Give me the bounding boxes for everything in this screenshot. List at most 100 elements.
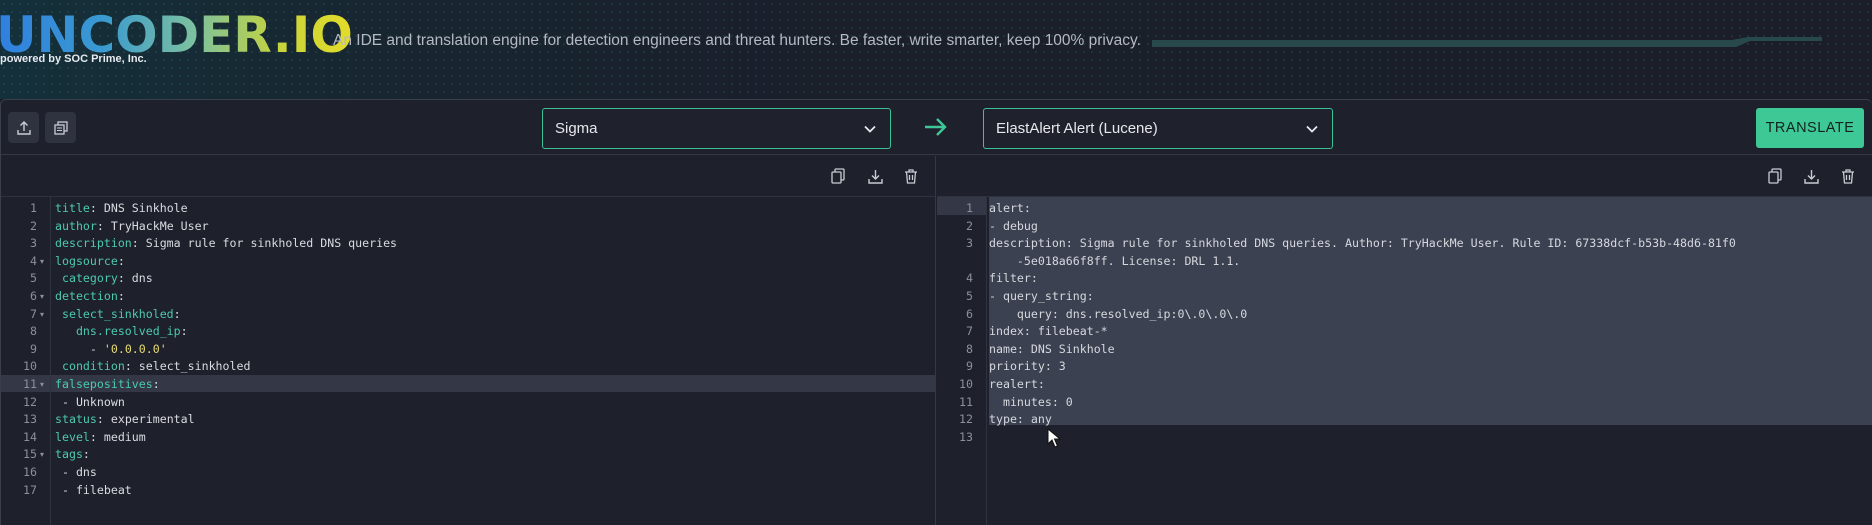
output-code-line: type: any — [989, 412, 1052, 427]
yaml-key: level — [55, 429, 90, 444]
chevron-down-icon — [864, 125, 876, 133]
yaml-key: select_sinkholed — [55, 306, 174, 321]
yaml-key: dns.resolved_ip — [55, 324, 181, 339]
output-code-line: query: dns.resolved_ip:0\.0\.0\.0 — [989, 306, 1248, 321]
line-number: 16 — [23, 465, 37, 479]
output-editor[interactable]: 1 2 3 4 5 6 7 8 9 10 11 12 13 alert: - debug descripti… — [937, 156, 1872, 525]
yaml-key: condition — [55, 359, 125, 374]
output-code-line: - query_string: — [989, 289, 1094, 303]
output-code[interactable]: alert: - debug description: Sigma rule for… — [989, 197, 1872, 525]
line-number: 13 — [959, 429, 973, 444]
copy-stack-button[interactable] — [45, 112, 76, 143]
target-language-value: ElastAlert Alert (Lucene) — [996, 120, 1158, 137]
code-line: tags: — [55, 446, 90, 464]
yaml-colon: : — [152, 377, 160, 391]
line-number: 5 — [30, 271, 37, 286]
line-number: 10 — [23, 359, 37, 374]
line-number: 2 — [30, 218, 37, 233]
line-number: 1 — [966, 201, 973, 215]
source-download-button[interactable] — [865, 166, 885, 186]
yaml-colon: : — [117, 271, 125, 286]
line-number: 12 — [23, 394, 37, 409]
target-language-select[interactable]: ElastAlert Alert (Lucene) — [983, 108, 1333, 149]
yaml-key: falsepositives — [55, 377, 153, 391]
yaml-colon: : — [131, 236, 139, 251]
source-copy-button[interactable] — [828, 166, 848, 186]
tagline: An IDE and translation engine for detect… — [333, 32, 1141, 49]
source-editor-toolbar — [1, 156, 935, 197]
output-download-button[interactable] — [1801, 166, 1821, 186]
fold-toggle-icon[interactable]: ▾ — [40, 376, 44, 394]
fold-toggle-icon[interactable]: ▾ — [40, 446, 44, 464]
yaml-value: - Unknown — [55, 394, 125, 409]
source-language-value: Sigma — [555, 120, 598, 137]
fold-toggle-icon[interactable]: ▾ — [40, 288, 44, 306]
code-line: falsepositives: — [55, 376, 160, 394]
yaml-key: detection — [55, 289, 118, 303]
yaml-value: DNS Sinkhole — [96, 201, 188, 215]
yaml-colon: : — [180, 324, 188, 339]
output-code-line: priority: 3 — [989, 359, 1066, 374]
output-copy-button[interactable] — [1765, 166, 1785, 186]
output-editor-toolbar — [937, 156, 1872, 197]
line-number: 5 — [966, 289, 973, 303]
upload-button[interactable] — [8, 112, 39, 143]
code-line: detection: — [55, 288, 125, 306]
trash-icon — [905, 168, 917, 184]
code-line: - filebeat — [55, 482, 132, 500]
fold-toggle-icon[interactable]: ▾ — [40, 253, 44, 271]
yaml-key: status — [55, 412, 97, 427]
source-code[interactable]: title: DNS Sinkhole author: TryHackMe Use… — [55, 197, 935, 525]
source-language-select[interactable]: Sigma — [542, 108, 891, 149]
line-number: 11 — [23, 377, 37, 391]
line-number: 12 — [959, 412, 973, 427]
output-code-line: filter: — [989, 271, 1038, 286]
toolbar: Sigma ElastAlert Alert (Lucene) TRANSLAT… — [1, 100, 1872, 155]
code-line: description: Sigma rule for sinkholed DN… — [55, 235, 397, 253]
yaml-colon: : — [82, 447, 90, 462]
yaml-value: dns — [124, 271, 153, 286]
yaml-key: description — [55, 236, 132, 251]
yaml-value: experimental — [103, 412, 195, 427]
line-number: 13 — [23, 412, 37, 427]
code-line: author: TryHackMe User — [55, 218, 209, 236]
output-gutter: 1 2 3 4 5 6 7 8 9 10 11 12 13 — [937, 197, 987, 525]
output-code-line: realert: — [989, 377, 1045, 391]
code-line: - Unknown — [55, 394, 125, 412]
yaml-key: category — [55, 271, 118, 286]
yaml-key: logsource — [55, 253, 118, 268]
yaml-string: '0.0.0.0' — [103, 341, 167, 356]
fold-toggle-icon[interactable]: ▾ — [40, 306, 44, 324]
source-clear-button[interactable] — [901, 166, 921, 186]
mouse-cursor-icon — [1047, 428, 1061, 448]
code-line: - '0.0.0.0' — [55, 341, 167, 359]
app-header: UNCODER.IO powered by SOC Prime, Inc. An… — [0, 0, 1872, 99]
translate-button[interactable]: TRANSLATE — [1756, 108, 1864, 148]
source-editor[interactable]: 1 2 3 4 ▾ 5 6 ▾ 7 ▾ 8 9 10 11 ▾ 12 13 14 15 ▾ 16 17 title: DN… — [1, 156, 936, 525]
yaml-value: Sigma rule for sinkholed DNS queries — [138, 236, 398, 251]
yaml-key: tags — [55, 447, 83, 462]
line-number: 3 — [30, 236, 37, 251]
header-decoration — [1152, 37, 1822, 47]
main-panel: Sigma ElastAlert Alert (Lucene) TRANSLAT… — [0, 99, 1872, 525]
output-code-line: - debug — [989, 218, 1038, 233]
copy-icon — [831, 167, 845, 184]
line-number — [937, 253, 973, 271]
yaml-key: title — [55, 201, 90, 215]
line-number: 10 — [959, 377, 973, 391]
output-clear-button[interactable] — [1838, 166, 1858, 186]
source-gutter: 1 2 3 4 ▾ 5 6 ▾ 7 ▾ 8 9 10 11 ▾ 12 13 14 15 ▾ 16 17 — [1, 197, 51, 525]
code-line: status: experimental — [55, 411, 195, 429]
yaml-colon: : — [89, 201, 97, 215]
code-line: title: DNS Sinkhole — [55, 200, 188, 218]
yaml-value: - — [55, 341, 104, 356]
output-code-line: minutes: 0 — [989, 394, 1073, 409]
line-number: 8 — [966, 341, 973, 356]
code-line: dns.resolved_ip: — [55, 323, 188, 341]
line-number: 7 — [966, 324, 973, 339]
line-number: 3 — [966, 236, 973, 251]
line-number: 2 — [966, 218, 973, 233]
arrow-right-icon — [925, 118, 947, 136]
output-code-line: -5e018a66f8ff. License: DRL 1.1. — [989, 253, 1241, 268]
copy-icon — [1768, 167, 1782, 184]
